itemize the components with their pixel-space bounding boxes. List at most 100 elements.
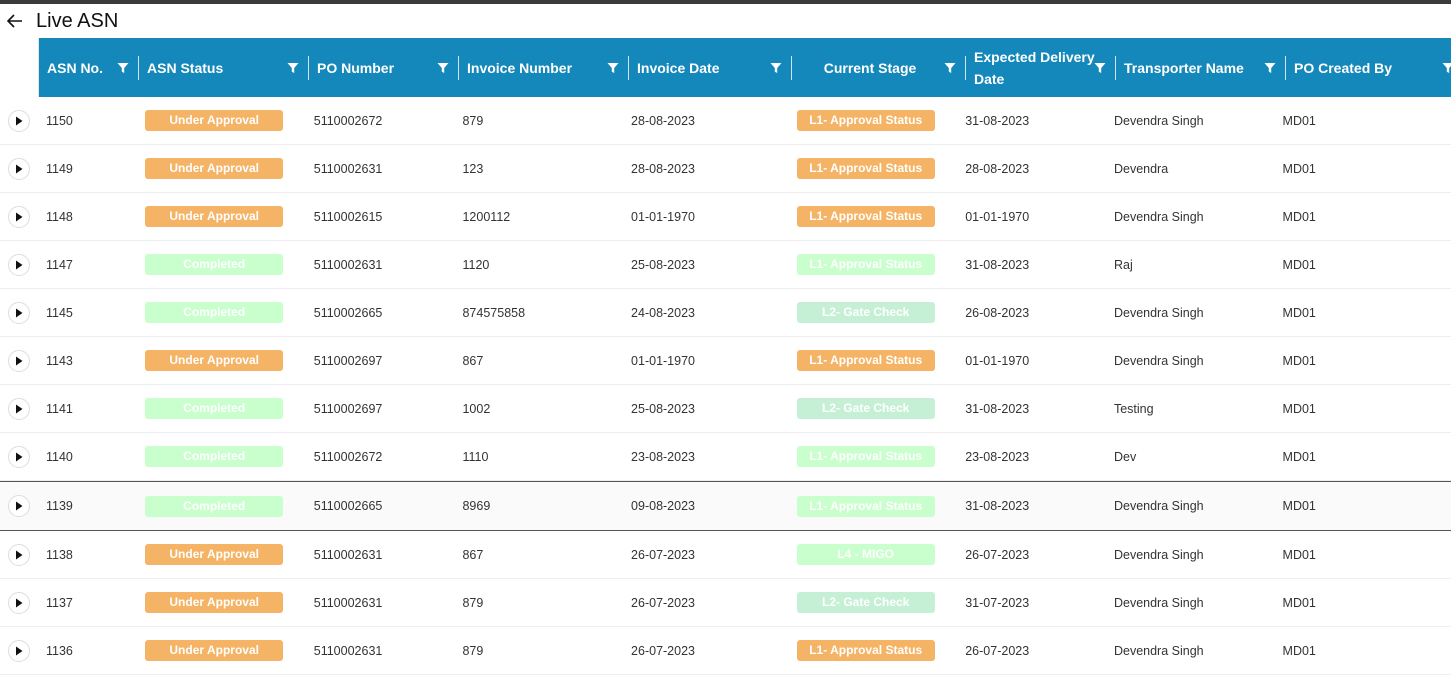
cell-text: 01-01-1970 xyxy=(965,353,1030,368)
table-row[interactable]: 1143 Under Approval 5110002697 867 01-01-197… xyxy=(0,337,1451,385)
filter-icon[interactable] xyxy=(1264,62,1276,74)
table-row[interactable]: 1137 Under Approval 5110002631 879 26-07-202… xyxy=(0,579,1451,627)
cell-text: MD01 xyxy=(1282,113,1316,128)
filter-icon[interactable] xyxy=(944,62,956,74)
stage-badge: L1- Approval Status xyxy=(796,446,935,467)
cell-asn-status: Completed xyxy=(137,482,306,530)
cell-current-stage: L2- Gate Check xyxy=(785,385,958,432)
cell-asn-status: Under Approval xyxy=(137,145,306,192)
filter-icon[interactable] xyxy=(1094,62,1106,74)
filter-icon[interactable] xyxy=(287,62,299,74)
cell-expected-delivery-date: 23-08-2023 xyxy=(957,433,1106,480)
cell-expected-delivery-date: 31-08-2023 xyxy=(957,385,1106,432)
cell-transporter-name: Devendra Singh xyxy=(1106,337,1275,384)
back-button[interactable] xyxy=(2,8,28,34)
table-row[interactable]: 1148 Under Approval 5110002615 1200112 01-01… xyxy=(0,193,1451,241)
expand-row-button[interactable] xyxy=(8,445,30,468)
expand-row-button[interactable] xyxy=(8,253,30,276)
cell-current-stage: L1- Approval Status xyxy=(785,193,958,240)
expand-row-button[interactable] xyxy=(8,397,30,420)
column-header-asn-no[interactable]: ASN No. xyxy=(39,38,139,97)
column-header-expected-delivery-date[interactable]: Expected Delivery Date xyxy=(966,38,1116,97)
expand-row-button[interactable] xyxy=(8,109,30,132)
cell-text: 25-08-2023 xyxy=(631,401,695,416)
cell-invoice-number: 867 xyxy=(454,337,623,384)
column-header-po-number[interactable]: PO Number xyxy=(309,38,459,97)
row-expander-cell xyxy=(0,193,38,240)
table-row[interactable]: 1149 Under Approval 5110002631 123 28-08-202… xyxy=(0,145,1451,193)
expand-row-button[interactable] xyxy=(8,205,30,228)
cell-po-number: 5110002631 xyxy=(306,531,455,578)
column-header-asn-status[interactable]: ASN Status xyxy=(139,38,309,97)
expand-row-button[interactable] xyxy=(8,591,30,614)
column-header-label: Transporter Name xyxy=(1124,59,1244,76)
cell-text: MD01 xyxy=(1282,305,1316,320)
table-row[interactable]: 1147 Completed 5110002631 1120 25-08-2023 L1-… xyxy=(0,241,1451,289)
cell-text: 5110002615 xyxy=(313,209,383,224)
table-row[interactable]: 1138 Under Approval 5110002631 867 26-07-202… xyxy=(0,531,1451,579)
cell-current-stage: L4 - MIGO xyxy=(785,531,958,578)
cell-po-number: 5110002697 xyxy=(306,337,455,384)
table-row[interactable]: 1141 Completed 5110002697 1002 25-08-2023 L2-… xyxy=(0,385,1451,433)
status-badge: Under Approval xyxy=(145,640,284,661)
cell-text: 26-07-2023 xyxy=(631,643,695,658)
cell-expected-delivery-date: 01-01-1970 xyxy=(957,193,1106,240)
cell-invoice-number: 1200112 xyxy=(454,193,623,240)
cell-text: 1141 xyxy=(46,401,73,416)
cell-transporter-name: Testing xyxy=(1106,385,1275,432)
filter-icon[interactable] xyxy=(770,62,782,74)
expand-row-button[interactable] xyxy=(8,543,30,566)
row-expander-cell xyxy=(0,337,38,384)
play-icon xyxy=(16,550,23,559)
cell-invoice-date: 01-01-1970 xyxy=(623,193,785,240)
column-header-current-stage[interactable]: Current Stage xyxy=(792,38,966,97)
table-row[interactable]: 1150 Under Approval 5110002672 879 28-08-202… xyxy=(0,97,1451,145)
cell-po-number: 5110002631 xyxy=(306,145,455,192)
cell-po-created-by: MD01 xyxy=(1275,433,1451,480)
cell-text: 867 xyxy=(462,353,484,368)
cell-text: MD01 xyxy=(1282,401,1316,416)
column-header-transporter-name[interactable]: Transporter Name xyxy=(1116,38,1286,97)
cell-text: 5110002697 xyxy=(313,353,383,368)
cell-text: 879 xyxy=(462,643,484,658)
stage-badge: L1- Approval Status xyxy=(796,254,935,275)
expand-row-button[interactable] xyxy=(8,301,30,324)
table-row[interactable]: 1145 Completed 5110002665 874575858 24-08-20… xyxy=(0,289,1451,337)
filter-icon[interactable] xyxy=(437,62,449,74)
expand-row-button[interactable] xyxy=(8,157,30,180)
expand-row-button[interactable] xyxy=(8,349,30,372)
cell-text: 31-07-2023 xyxy=(965,595,1030,610)
filter-icon[interactable] xyxy=(1442,62,1451,74)
column-header-po-created-by[interactable]: PO Created By xyxy=(1286,38,1451,97)
filter-icon[interactable] xyxy=(117,62,129,74)
cell-current-stage: L1- Approval Status xyxy=(785,337,958,384)
cell-invoice-date: 09-08-2023 xyxy=(623,482,785,530)
cell-text: Devendra Singh xyxy=(1113,353,1204,368)
play-icon xyxy=(16,116,23,125)
expand-row-button[interactable] xyxy=(8,495,30,517)
cell-text: MD01 xyxy=(1282,643,1316,658)
cell-text: MD01 xyxy=(1282,257,1316,272)
column-header-invoice-date[interactable]: Invoice Date xyxy=(629,38,792,97)
table-row[interactable]: 1136 Under Approval 5110002631 879 26-07-202… xyxy=(0,627,1451,675)
row-expander-cell xyxy=(0,433,38,480)
play-icon xyxy=(16,212,23,221)
column-header-label: ASN Status xyxy=(147,59,224,76)
expand-row-button[interactable] xyxy=(8,639,30,662)
header-expander-column xyxy=(0,38,39,97)
table-row[interactable]: 1140 Completed 5110002672 1110 23-08-2023 L1-… xyxy=(0,433,1451,481)
cell-invoice-date: 26-07-2023 xyxy=(623,531,785,578)
cell-text: 01-01-1970 xyxy=(631,353,695,368)
filter-icon[interactable] xyxy=(607,62,619,74)
cell-current-stage: L1- Approval Status xyxy=(785,97,958,144)
column-header-invoice-number[interactable]: Invoice Number xyxy=(459,38,629,97)
cell-text: 24-08-2023 xyxy=(631,305,695,320)
cell-text: 31-08-2023 xyxy=(965,257,1030,272)
cell-invoice-number: 879 xyxy=(454,579,623,626)
cell-po-created-by: MD01 xyxy=(1275,531,1451,578)
play-icon xyxy=(16,646,23,655)
table-row[interactable]: 1139 Completed 5110002665 8969 09-08-2023 L1-… xyxy=(0,481,1451,531)
status-badge: Under Approval xyxy=(145,544,284,565)
cell-asn-no: 1149 xyxy=(38,145,137,192)
cell-po-number: 5110002672 xyxy=(306,433,455,480)
